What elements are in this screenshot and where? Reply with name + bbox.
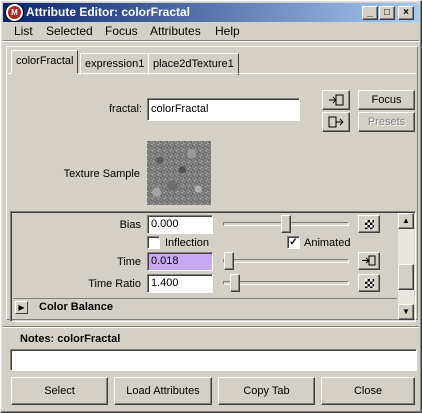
time-slider-thumb[interactable] <box>224 252 234 270</box>
menu-focus[interactable]: Focus <box>105 24 138 38</box>
menu-separator <box>3 40 419 42</box>
tab-place2dtexture1[interactable]: place2dTexture1 <box>148 53 239 75</box>
texture-sample-swatch[interactable] <box>147 141 211 205</box>
bias-slider-thumb[interactable] <box>281 215 291 233</box>
select-button[interactable]: Select <box>11 377 108 405</box>
title-bar[interactable]: M Attribute Editor: colorFractal _ □ × <box>3 3 419 22</box>
close-button[interactable]: Close <box>321 377 415 405</box>
vertical-scrollbar[interactable]: ▲ ▼ <box>398 213 414 320</box>
attribute-scroll-panel[interactable]: Bias 0.000 Inflection ✓ Animated Time 0.… <box>10 211 416 322</box>
tab-expression1[interactable]: expression1 <box>80 53 150 75</box>
input-connection-button[interactable] <box>322 90 350 110</box>
node-type-label: fractal: <box>108 103 142 115</box>
scroll-thumb[interactable] <box>398 264 414 290</box>
color-balance-frame[interactable]: ▶ Color Balance <box>13 298 397 316</box>
scroll-down-button[interactable]: ▼ <box>398 304 414 320</box>
copy-tab-button-label: Copy Tab <box>243 385 290 397</box>
time-ratio-slider-thumb[interactable] <box>230 274 240 292</box>
inflection-checkbox[interactable] <box>147 236 160 249</box>
animated-label: Animated <box>304 237 351 249</box>
tab-colorfractal[interactable]: colorFractal <box>11 50 79 74</box>
maximize-button[interactable]: □ <box>379 6 395 20</box>
window-title: Attribute Editor: colorFractal <box>26 5 191 19</box>
input-arrow-icon <box>362 255 376 266</box>
focus-button-label: Focus <box>371 94 402 106</box>
output-arrow-icon <box>328 116 344 128</box>
output-connection-button[interactable] <box>322 112 350 132</box>
menu-help[interactable]: Help <box>215 24 240 38</box>
menu-selected[interactable]: Selected <box>46 24 93 38</box>
select-button-label: Select <box>44 385 75 397</box>
time-connection-button[interactable] <box>358 252 380 270</box>
menu-bar: List Selected Focus Attributes Help <box>3 22 419 40</box>
notes-label: Notes: colorFractal <box>20 333 121 345</box>
time-slider-track[interactable] <box>223 259 349 263</box>
close-button-label: Close <box>353 385 383 397</box>
time-ratio-label: Time Ratio <box>88 278 141 290</box>
texture-sample-label: Texture Sample <box>63 168 140 180</box>
menu-list[interactable]: List <box>14 24 33 38</box>
bias-label: Bias <box>119 219 141 231</box>
load-attributes-button-label: Load Attributes <box>126 385 200 397</box>
presets-button: Presets <box>358 112 415 132</box>
time-ratio-slider-track[interactable] <box>223 281 349 285</box>
presets-button-label: Presets <box>367 116 406 128</box>
scroll-up-button[interactable]: ▲ <box>398 213 414 229</box>
bias-field[interactable]: 0.000 <box>147 215 213 234</box>
time-ratio-map-button[interactable] <box>358 274 380 292</box>
time-ratio-field[interactable]: 1.400 <box>147 274 213 293</box>
input-arrow-icon <box>329 94 344 106</box>
node-name-field[interactable]: colorFractal <box>147 98 300 121</box>
checker-icon <box>365 279 374 288</box>
color-balance-label: Color Balance <box>39 301 113 313</box>
time-label: Time <box>116 256 141 268</box>
active-tab-gap <box>11 73 78 75</box>
minimize-button[interactable]: _ <box>362 6 378 20</box>
time-field[interactable]: 0.018 <box>147 252 213 271</box>
inflection-label: Inflection <box>165 237 210 249</box>
focus-button[interactable]: Focus <box>358 90 415 110</box>
notes-field[interactable] <box>10 349 417 371</box>
bias-map-button[interactable] <box>358 215 380 233</box>
close-window-button[interactable]: × <box>398 6 414 20</box>
notes-separator <box>3 326 419 328</box>
load-attributes-button[interactable]: Load Attributes <box>114 377 212 405</box>
copy-tab-button[interactable]: Copy Tab <box>218 377 315 405</box>
menu-attributes[interactable]: Attributes <box>150 24 201 38</box>
maya-icon[interactable]: M <box>6 4 23 21</box>
expand-arrow-icon[interactable]: ▶ <box>15 301 28 314</box>
checker-icon <box>365 220 374 229</box>
animated-checkbox[interactable]: ✓ <box>287 236 300 249</box>
